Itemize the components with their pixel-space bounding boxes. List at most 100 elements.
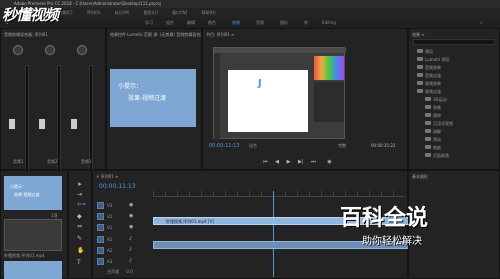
program-monitor-panel: 节目: 序列01 ≡ J 00:00:11:13 适合 完整 00:00:35:… — [202, 28, 408, 170]
zoom-select[interactable]: 适合 — [249, 143, 257, 149]
timeline-title: × 序列01 ≡ — [96, 174, 119, 179]
track-target-toggle[interactable] — [97, 213, 104, 220]
next-frame-icon[interactable]: ▶| — [298, 159, 304, 165]
track-target-toggle[interactable] — [97, 247, 104, 254]
fader-handle[interactable] — [9, 119, 15, 129]
menu-help[interactable]: 帮助(H) — [202, 10, 216, 15]
fit-select[interactable]: 完整 — [338, 143, 346, 149]
camera-icon[interactable]: ◉ — [327, 159, 331, 165]
menu-clip[interactable]: 剪辑(C) — [59, 10, 73, 15]
tree-item-audio-effects[interactable]: 音频效果 — [417, 65, 441, 71]
track-label-a2: A2 — [107, 248, 113, 253]
track-target-toggle[interactable] — [97, 236, 104, 243]
project-thumbnail[interactable]: 小提示： 效果-视频过渡 — [4, 176, 62, 210]
workspace-graphics[interactable]: 图形 — [280, 18, 288, 27]
prev-frame-icon[interactable]: ◀ — [275, 159, 279, 165]
workspace-effects[interactable]: 效果 — [232, 18, 240, 27]
fader-handle[interactable] — [71, 119, 77, 129]
time-ruler[interactable] — [153, 191, 405, 197]
folder-icon — [425, 137, 431, 141]
mic-icon[interactable]: ♪ — [129, 258, 132, 264]
workspace-assembly[interactable]: 组件 — [166, 18, 174, 27]
tree-item-lumetri[interactable]: Lumetri 预设 — [417, 57, 450, 63]
tip-text: 效果-视频过渡 — [128, 95, 167, 102]
search-icon[interactable]: ⌕ — [480, 18, 482, 27]
folder-icon — [425, 105, 431, 109]
track-header-a2: A2 ♪ — [95, 246, 151, 256]
track-header-v1: V1 ◉ — [95, 223, 151, 233]
track-target-toggle[interactable] — [97, 202, 104, 209]
pan-knob[interactable] — [77, 45, 87, 55]
program-timecode[interactable]: 00:00:11:13 — [209, 143, 240, 149]
tree-item-3d-motion[interactable]: 3D运动 — [425, 97, 447, 103]
workspace-editing[interactable]: 编辑 — [187, 18, 195, 27]
selection-tool-icon[interactable]: ➤ — [77, 181, 82, 188]
workspace-color[interactable]: 颜色 — [208, 18, 216, 27]
ripple-edit-icon[interactable]: ⟺ — [77, 201, 86, 208]
eye-icon[interactable]: ◉ — [129, 224, 133, 230]
watermark: 百科全说 助你轻松解决 — [340, 200, 490, 260]
mic-icon[interactable]: ♪ — [129, 247, 132, 253]
tree-item-iris[interactable]: 划像 — [425, 105, 441, 111]
track-target-toggle[interactable] — [97, 224, 104, 231]
track-header-v3: V3 ◉ — [95, 201, 151, 211]
tree-item-immersive[interactable]: 沉浸式视频 — [425, 121, 453, 127]
folder-icon — [425, 129, 431, 133]
menu-sequence[interactable]: 序列(S) — [87, 10, 101, 15]
fader-handle[interactable] — [39, 119, 45, 129]
tree-item-wipe[interactable]: 擦除 — [425, 113, 441, 119]
step-forward-icon[interactable]: ⏭ — [311, 159, 316, 165]
menu-graphics[interactable]: 图形(G) — [144, 10, 158, 15]
eye-icon[interactable]: ◉ — [129, 202, 133, 208]
workspace-editing-alt[interactable]: Editing — [322, 18, 336, 27]
hand-tool-icon[interactable]: ✋ — [77, 247, 84, 254]
source-monitor-title: 效果控件 Lumetri 范围 源: (无剪辑) 音频剪辑混合器 — [110, 32, 201, 37]
project-clip-thumb[interactable] — [4, 219, 62, 251]
project-thumb-small[interactable] — [4, 261, 62, 279]
program-duration: 00:00:35:22 — [371, 143, 396, 148]
tree-item-video-transitions[interactable]: 视频过渡 — [417, 89, 441, 95]
menu-window[interactable]: 窗口(W) — [172, 10, 187, 15]
project-item-count: 1项 — [51, 213, 58, 218]
workspace-bar: ⌂ 学习 组件 编辑 颜色 效果 音频 图形 库 Editing ⌕ — [0, 18, 500, 27]
mic-icon[interactable]: ♪ — [129, 236, 132, 242]
play-icon[interactable]: ▶ — [287, 159, 291, 165]
track-select-icon[interactable]: ⇥ — [77, 191, 82, 198]
tree-item-video-effects[interactable]: 视频效果 — [417, 81, 441, 87]
tree-item-page-peel[interactable]: 页面剥落 — [425, 153, 449, 159]
menu-marker[interactable]: 标记(M) — [115, 10, 130, 15]
folder-icon — [425, 153, 431, 157]
tree-item-zoom[interactable]: 缩放 — [425, 145, 441, 151]
workspace-audio[interactable]: 音频 — [256, 18, 264, 27]
effects-panel: 效果 ≡ 预设 Lumetri 预设 音频效果 音频过渡 视频效果 视频过渡 3… — [408, 28, 500, 170]
workspace-libraries[interactable]: 库 — [304, 18, 308, 27]
pen-tool-icon[interactable]: ✎ — [77, 235, 82, 242]
effects-search-input[interactable] — [413, 39, 495, 45]
audio-mixer-panel: 音频剪辑混合器: 序列01 音频1 音频2 音频3 — [0, 28, 106, 175]
pan-knob[interactable] — [13, 45, 23, 55]
essential-graphics-title: 基本图形 — [412, 174, 428, 179]
workspace-learn[interactable]: 学习 — [145, 18, 153, 27]
watermark-subtitle: 助你轻松解决 — [362, 236, 422, 247]
timeline-timecode[interactable]: 00:00:11:13 — [99, 183, 136, 190]
master-track-label: 主声道 0.0 — [107, 269, 133, 274]
folder-icon — [417, 81, 423, 85]
tree-item-dissolve[interactable]: 溶解 — [425, 129, 441, 135]
track-target-toggle[interactable] — [97, 258, 104, 265]
playhead[interactable] — [273, 191, 274, 277]
tree-item-presets[interactable]: 预设 — [417, 49, 433, 55]
effects-panel-title: 效果 ≡ — [412, 32, 425, 37]
pan-knob[interactable] — [45, 45, 55, 55]
slip-tool-icon[interactable]: ⇔ — [77, 223, 82, 230]
folder-icon — [417, 57, 423, 61]
ps-menubar — [214, 48, 346, 53]
tree-item-slide[interactable]: 滑动 — [425, 137, 441, 143]
eye-icon[interactable]: ◉ — [129, 213, 133, 219]
razor-tool-icon[interactable]: ◆ — [77, 213, 82, 220]
step-back-icon[interactable]: ⏮ — [263, 159, 268, 165]
tree-item-audio-transitions[interactable]: 音频过渡 — [417, 73, 441, 79]
volume-meter — [25, 65, 29, 175]
track-label-a1: A1 — [107, 237, 113, 242]
tip-card: 小提示： 效果-视频过渡 — [110, 69, 196, 127]
type-tool-icon[interactable]: T — [77, 259, 81, 266]
